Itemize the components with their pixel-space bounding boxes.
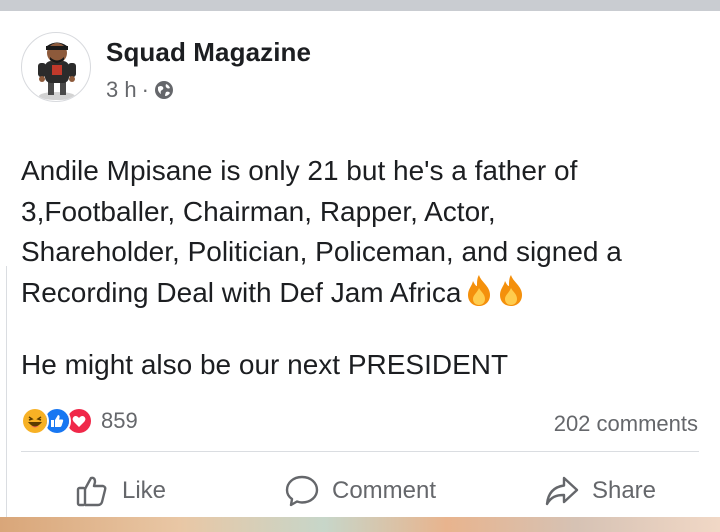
post-body-line: Andile Mpisane is only 21 but he's a fat… bbox=[21, 155, 578, 186]
fire-icon bbox=[497, 273, 525, 307]
post-actions-bar: Like Comment Share bbox=[0, 469, 720, 513]
post-time[interactable]: 3 h bbox=[106, 77, 137, 103]
post-card: Squad Magazine 3 h · Andile Mpisane is o… bbox=[0, 11, 720, 528]
post-body-second-paragraph: He might also be our next PRESIDENT bbox=[21, 349, 509, 380]
post-body-line: 3,Footballer, Chairman, Rapper, Actor, bbox=[21, 195, 496, 227]
fire-icon bbox=[465, 273, 493, 307]
reaction-count[interactable]: 859 bbox=[101, 408, 138, 434]
reactions-summary[interactable]: 859 bbox=[21, 407, 138, 435]
avatar[interactable] bbox=[21, 32, 91, 102]
like-label: Like bbox=[121, 477, 167, 504]
globe-icon bbox=[154, 80, 174, 100]
comment-label: Comment bbox=[331, 477, 437, 504]
next-post-preview bbox=[0, 517, 720, 532]
haha-icon bbox=[21, 407, 49, 435]
comment-button[interactable]: Comment bbox=[240, 469, 480, 513]
post-body-line: Shareholder, Politician, Policeman, and … bbox=[21, 236, 622, 267]
comments-count[interactable]: 202 comments bbox=[554, 411, 698, 437]
post-body: Andile Mpisane is only 21 but he's a fat… bbox=[21, 151, 701, 313]
feed-top-separator bbox=[0, 0, 720, 11]
post-meta: 3 h · bbox=[106, 77, 174, 103]
share-button[interactable]: Share bbox=[480, 469, 720, 513]
left-edge-line bbox=[6, 266, 7, 528]
post-body-line: Recording Deal with Def Jam Africa bbox=[21, 276, 462, 308]
post-body-last-line: Recording Deal with Def Jam Africa bbox=[21, 273, 701, 314]
share-label: Share bbox=[591, 477, 657, 504]
thumbs-up-icon bbox=[76, 476, 107, 507]
share-icon bbox=[545, 476, 579, 506]
post-author[interactable]: Squad Magazine bbox=[106, 37, 311, 68]
avatar-person-icon bbox=[38, 42, 76, 100]
comment-icon bbox=[285, 475, 319, 507]
actions-divider bbox=[21, 451, 699, 452]
like-button[interactable]: Like bbox=[0, 469, 240, 513]
meta-separator: · bbox=[141, 77, 149, 102]
